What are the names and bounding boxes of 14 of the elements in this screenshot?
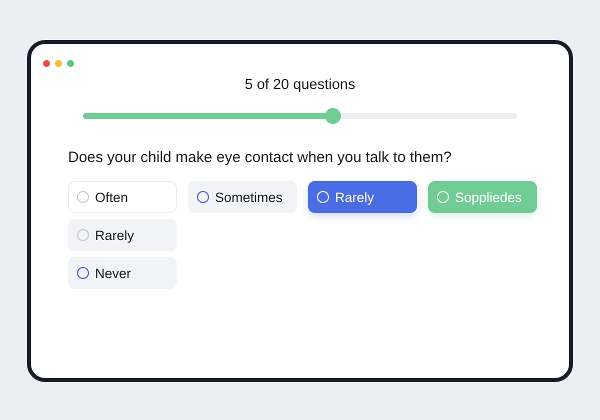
- minimize-dot-icon[interactable]: [55, 60, 62, 67]
- radio-icon: [317, 191, 329, 203]
- progress-track[interactable]: [83, 113, 517, 119]
- question-text: Does your child make eye contact when you talk to them?: [68, 149, 453, 166]
- answer-option[interactable]: Rarely: [308, 181, 417, 213]
- answer-option[interactable]: Rarely: [68, 219, 177, 251]
- zoom-dot-icon[interactable]: [67, 60, 74, 67]
- radio-icon: [437, 191, 449, 203]
- answer-option[interactable]: Never: [68, 257, 177, 289]
- answer-option[interactable]: Often: [68, 181, 177, 213]
- answer-option[interactable]: Sometimes: [188, 181, 297, 213]
- slider-thumb[interactable]: [324, 108, 341, 124]
- close-dot-icon[interactable]: [43, 60, 50, 67]
- progress-label: 5 of 20 questions: [244, 77, 356, 93]
